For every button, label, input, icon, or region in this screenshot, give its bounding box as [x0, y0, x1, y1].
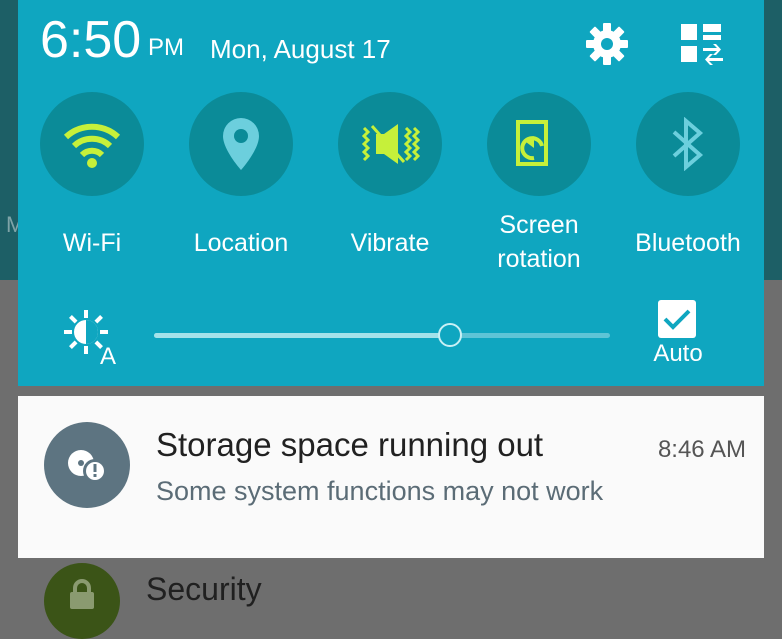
toggle-bluetooth-label: Bluetooth: [635, 229, 741, 257]
toggle-vibrate-button[interactable]: [338, 92, 442, 196]
auto-brightness-label: Auto: [653, 340, 703, 367]
brightness-slider-fill: [154, 333, 451, 338]
background-security-item: Security: [0, 555, 782, 639]
quick-settings-grid-icon[interactable]: [676, 18, 728, 70]
quick-settings-panel: 6:50 PM Mon, August 17 Wi-Fi Location Vi…: [18, 0, 764, 386]
toggle-wifi-label: Wi-Fi: [62, 229, 122, 257]
toggle-wifi-button[interactable]: [40, 92, 144, 196]
toggle-vibrate[interactable]: Vibrate: [320, 92, 460, 282]
toggle-screen-rotation-label: Screen rotation: [497, 211, 581, 273]
toggle-wifi[interactable]: Wi-Fi: [22, 92, 162, 282]
auto-brightness-checkbox[interactable]: [658, 300, 696, 338]
notification-card[interactable]: Storage space running out 8:46 AM Some s…: [18, 396, 764, 558]
screen-rotation-icon: [516, 120, 548, 166]
checkmark-icon: [663, 309, 691, 330]
date-label: Mon, August 17: [210, 34, 391, 64]
toggle-location-button[interactable]: [189, 92, 293, 196]
brightness-slider[interactable]: [154, 323, 610, 347]
toggle-bluetooth-button[interactable]: [636, 92, 740, 196]
notification-text: Some system functions may not work: [156, 476, 604, 506]
gear-icon[interactable]: [581, 18, 633, 70]
toggle-vibrate-label: Vibrate: [350, 229, 430, 257]
clock-time: 6:50: [40, 11, 142, 69]
toggle-bluetooth[interactable]: Bluetooth: [618, 92, 758, 282]
vibrate-icon: [361, 124, 421, 164]
wifi-icon: [63, 123, 121, 168]
toggle-screen-rotation[interactable]: Screen rotation: [469, 92, 609, 282]
notification-title: Storage space running out: [156, 426, 544, 463]
toggle-location-label: Location: [193, 229, 289, 257]
brightness-slider-thumb[interactable]: [438, 323, 463, 347]
background-security-label: Security: [146, 571, 262, 607]
svg-text:A: A: [100, 343, 116, 366]
location-pin-icon: [223, 118, 259, 170]
toggle-screen-rotation-button[interactable]: [487, 92, 591, 196]
brightness-auto-icon: A: [62, 308, 124, 370]
storage-warning-icon: [44, 422, 130, 508]
toggle-location[interactable]: Location: [171, 92, 311, 282]
bluetooth-icon: [672, 117, 704, 171]
notification-time: 8:46 AM: [657, 436, 746, 463]
clock-ampm: PM: [148, 34, 184, 61]
lock-icon: [44, 563, 120, 639]
